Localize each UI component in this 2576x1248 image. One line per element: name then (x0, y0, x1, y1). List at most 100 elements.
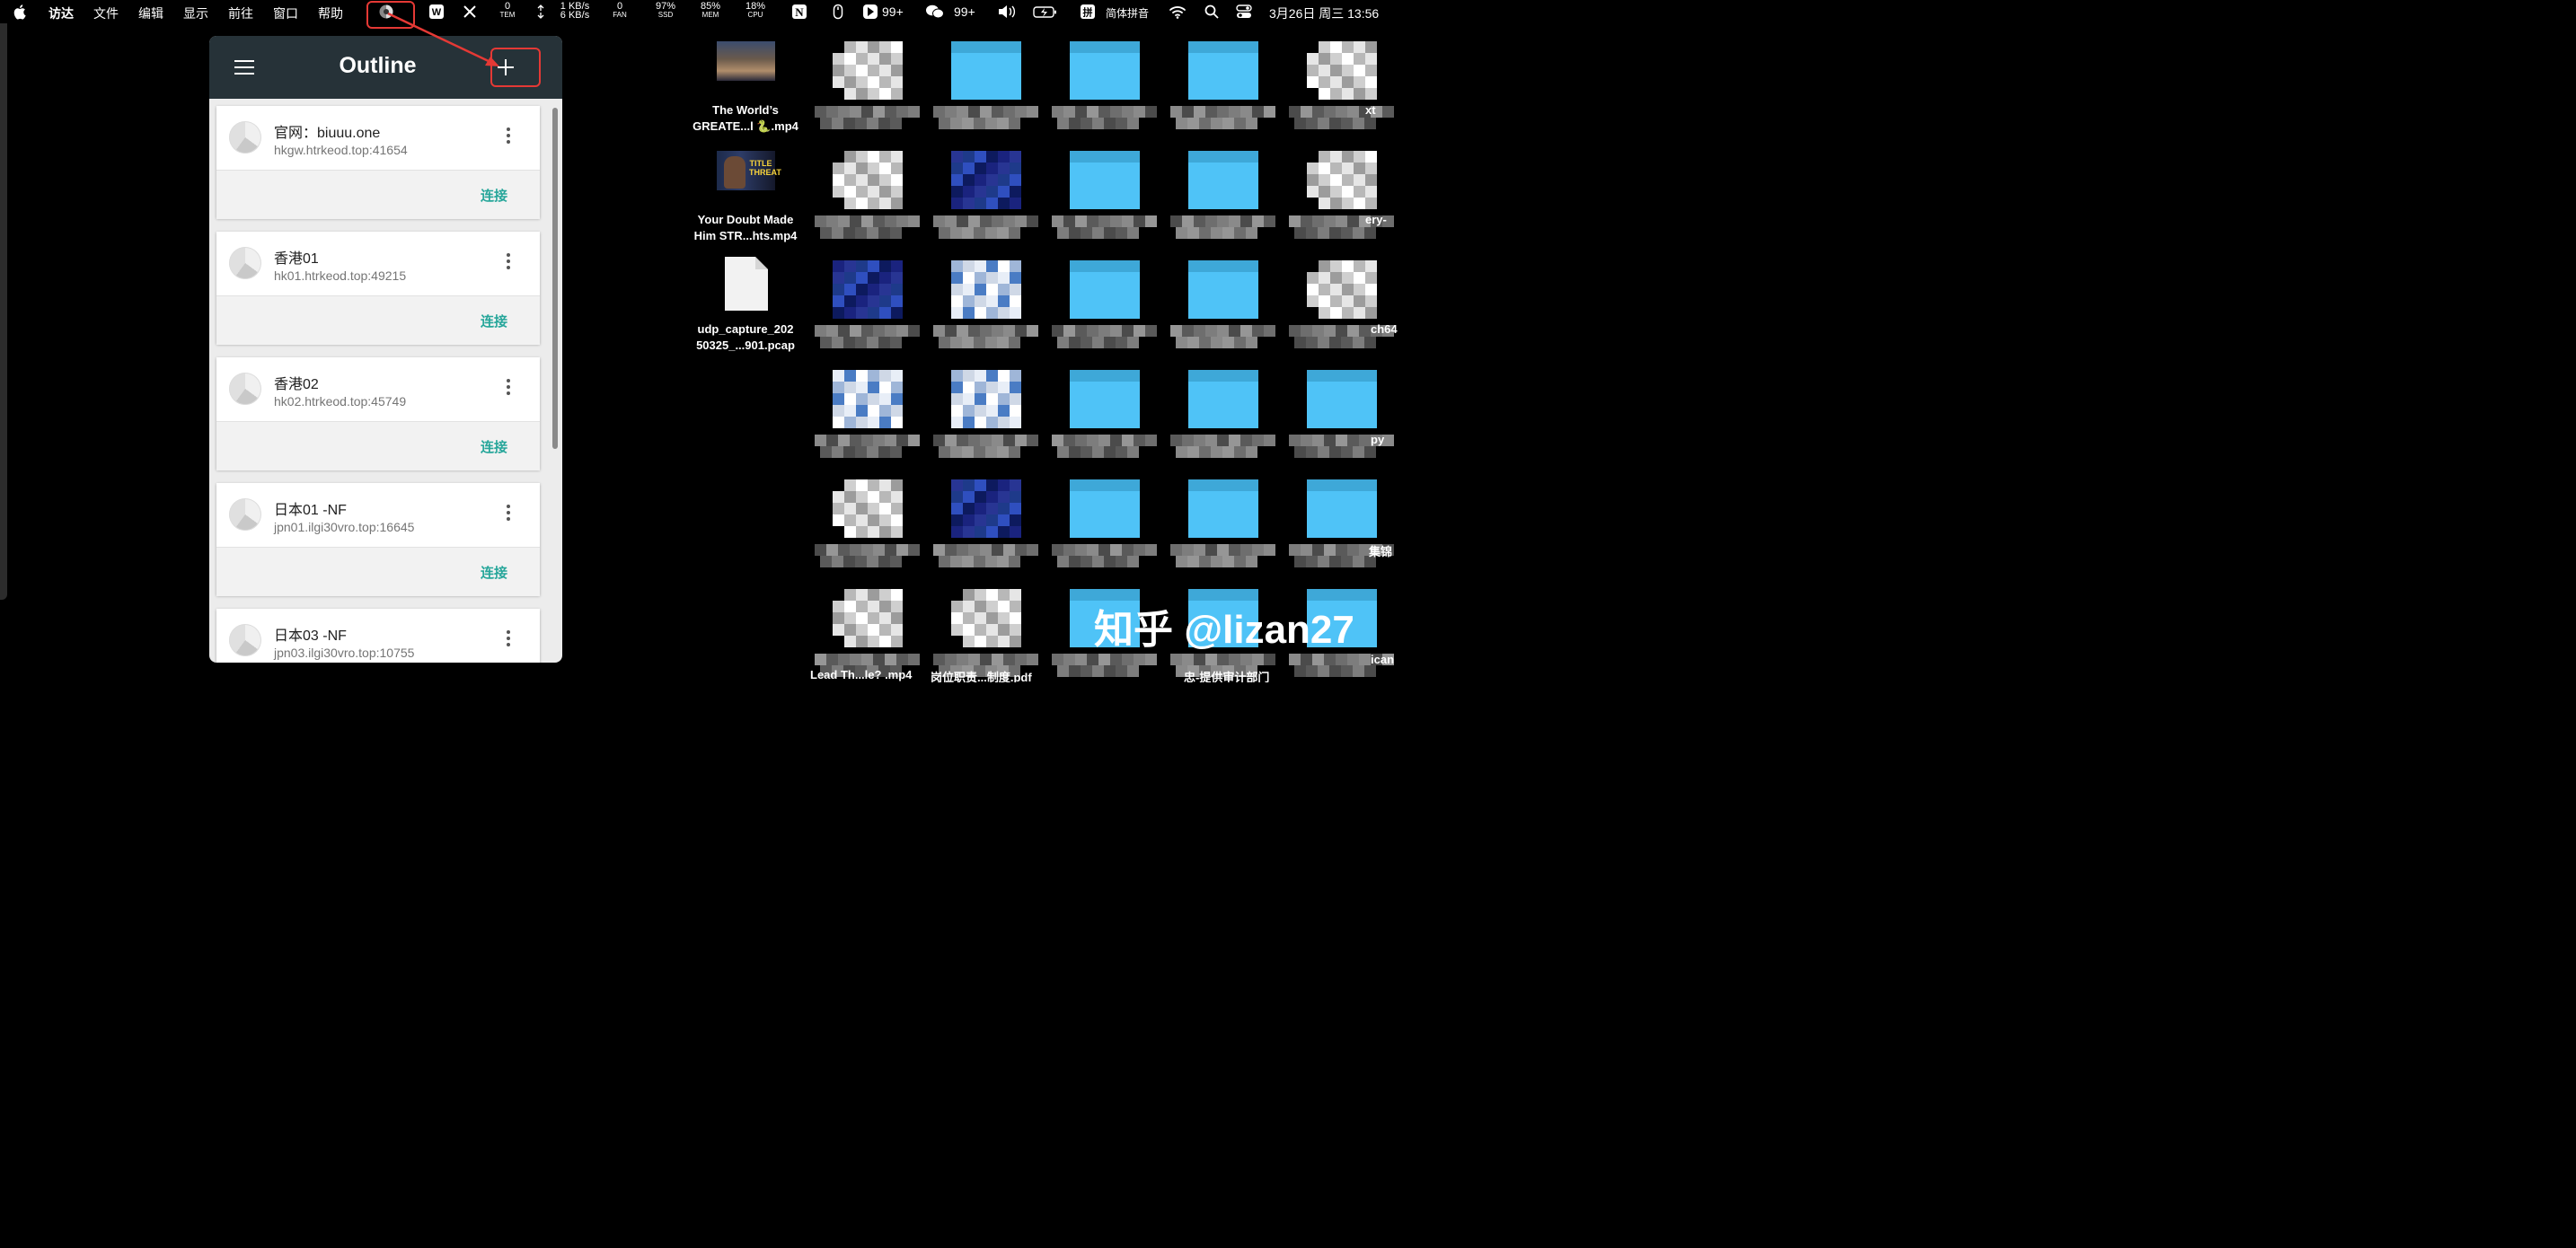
server-card[interactable]: 香港01 hk01.htrkeod.top:49215 连接 (216, 232, 540, 345)
server-status-icon (229, 498, 261, 531)
desktop-file-2-label[interactable]: Your Doubt Made Him STR...hts.mp4 (687, 212, 804, 244)
svg-text:W: W (432, 7, 442, 18)
pinyin-icon[interactable]: 拼 (1080, 4, 1096, 20)
menu-go[interactable]: 前往 (228, 4, 253, 22)
video-thumbnail-2[interactable]: TITLE THREAT (717, 151, 781, 190)
file-2-line1: Your Doubt Made (697, 213, 794, 226)
thumbnail-2-caption: TITLE THREAT (749, 159, 781, 177)
menu-file[interactable]: 文件 (93, 4, 119, 22)
app-badge-icon[interactable] (862, 4, 878, 20)
menu-finder[interactable]: 访达 (49, 4, 74, 22)
connect-button[interactable]: 连接 (481, 312, 507, 330)
server-card-top: 香港02 hk02.htrkeod.top:45749 (216, 357, 540, 421)
stat-ssd-value: 97% (655, 1, 676, 12)
stat-mem-label: MEM (701, 11, 719, 19)
screen: 访达 文件 编辑 显示 前往 窗口 帮助 W 0 TEM 1 KB/s 6 KB/s… (0, 0, 1408, 682)
server-card-top: 日本03 -NF jpn03.ilgi30vro.top:10755 (216, 609, 540, 663)
server-card[interactable]: 香港02 hk02.htrkeod.top:45749 连接 (216, 357, 540, 470)
file-3-line2: 50325_...901.pcap (696, 338, 795, 352)
edge-label-5: 集锦 (1369, 545, 1393, 558)
more-options-icon[interactable] (502, 127, 515, 149)
more-options-icon[interactable] (502, 505, 515, 526)
server-card[interactable]: 日本01 -NF jpn01.ilgi30vro.top:16645 连接 (216, 483, 540, 596)
menu-edit[interactable]: 编辑 (138, 4, 163, 22)
server-card-top: 香港01 hk01.htrkeod.top:49215 (216, 232, 540, 295)
edge-label-6: ican (1371, 653, 1395, 666)
network-arrows-icon (537, 4, 544, 19)
server-host: jpn03.ilgi30vro.top:10755 (274, 646, 415, 660)
server-card-actions: 连接 (216, 547, 540, 596)
svg-text:拼: 拼 (1083, 6, 1093, 19)
stat-tem[interactable]: 0 TEM (490, 2, 525, 20)
stat-network[interactable]: 1 KB/s 6 KB/s (555, 2, 595, 21)
server-status-icon (229, 624, 261, 656)
stat-ssd[interactable]: 97% SSD (648, 2, 684, 20)
window-edge (0, 23, 7, 600)
server-card[interactable]: 日本03 -NF jpn03.ilgi30vro.top:10755 连接 (216, 609, 540, 663)
server-name: 香港01 (274, 251, 319, 267)
server-name: 日本03 -NF (274, 628, 347, 644)
stat-ssd-label: SSD (657, 11, 674, 19)
server-card-actions: 连接 (216, 170, 540, 219)
bottom-label-3: 忠-提供审计部门 (1184, 671, 1270, 682)
file-3-line1: udp_capture_202 (697, 322, 794, 336)
more-options-icon[interactable] (502, 379, 515, 400)
document-file-icon[interactable] (723, 255, 770, 312)
stat-tem-value: 0 (504, 1, 511, 12)
wifi-icon[interactable] (1169, 4, 1187, 20)
app-badge-count: 99+ (882, 4, 904, 19)
wps-icon[interactable]: W (428, 4, 445, 20)
stat-mem-value: 85% (700, 1, 721, 12)
connect-button[interactable]: 连接 (481, 437, 507, 456)
server-host: jpn01.ilgi30vro.top:16645 (274, 520, 415, 534)
battery-icon[interactable] (1033, 4, 1058, 20)
notion-icon[interactable]: N (791, 4, 807, 20)
svg-text:N: N (795, 5, 804, 19)
desktop-file-1-label[interactable]: The World’s GREATE...l 🐍.mp4 (687, 102, 804, 135)
mouse-icon[interactable] (830, 4, 846, 20)
scrollbar[interactable] (552, 108, 558, 449)
outline-panel: Outline 官网：biuuu.one hkgw.htrkeod.top:41… (209, 36, 562, 663)
connect-button[interactable]: 连接 (481, 186, 507, 205)
server-status-icon (229, 373, 261, 405)
bottom-label-2: 岗位职责...制度.pdf (931, 671, 1032, 682)
stat-cpu-label: CPU (747, 11, 763, 19)
input-method-label[interactable]: 简体拼音 (1106, 5, 1149, 21)
volume-icon[interactable] (997, 4, 1017, 20)
search-icon[interactable] (1204, 4, 1220, 20)
server-card-actions: 连接 (216, 421, 540, 470)
pixelated-desktop-icons (815, 41, 1394, 677)
menu-view[interactable]: 显示 (183, 4, 208, 22)
control-center-icon[interactable] (1236, 4, 1252, 20)
edge-label-1: xt (1365, 103, 1376, 117)
edge-label-3: ch64 (1371, 322, 1398, 336)
video-thumbnail-1[interactable] (717, 41, 775, 81)
connect-button[interactable]: 连接 (481, 563, 507, 582)
server-card-top: 日本01 -NF jpn01.ilgi30vro.top:16645 (216, 483, 540, 547)
apple-logo-icon[interactable] (13, 4, 29, 20)
zhihu-watermark: 知乎 @lizan27 (1094, 608, 1354, 652)
x-icon[interactable] (462, 4, 478, 20)
stat-mem[interactable]: 85% MEM (693, 2, 728, 20)
server-name: 官网：biuuu.one (274, 126, 381, 141)
menu-window[interactable]: 窗口 (273, 4, 298, 22)
stat-tem-label: TEM (499, 11, 516, 19)
wechat-icon[interactable] (925, 4, 945, 20)
stat-cpu[interactable]: 18% CPU (737, 2, 773, 20)
menu-bar: 访达 文件 编辑 显示 前往 窗口 帮助 W 0 TEM 1 KB/s 6 KB/s… (0, 0, 1408, 23)
server-card-top: 官网：biuuu.one hkgw.htrkeod.top:41654 (216, 106, 540, 170)
server-status-icon (229, 121, 261, 154)
file-1-line2: GREATE...l 🐍.mp4 (693, 119, 798, 133)
more-options-icon[interactable] (502, 630, 515, 652)
server-host: hk01.htrkeod.top:49215 (274, 268, 407, 283)
desktop-file-3-label[interactable]: udp_capture_202 50325_...901.pcap (687, 321, 804, 354)
stat-fan[interactable]: 0 FAN (602, 2, 638, 20)
server-name: 日本01 -NF (274, 503, 347, 518)
more-options-icon[interactable] (502, 253, 515, 275)
stat-cpu-value: 18% (745, 1, 766, 12)
menu-help[interactable]: 帮助 (318, 4, 343, 22)
clock[interactable]: 3月26日 周三 13:56 (1269, 4, 1379, 22)
stat-download-value: 6 KB/s (560, 10, 590, 21)
server-card[interactable]: 官网：biuuu.one hkgw.htrkeod.top:41654 连接 (216, 106, 540, 219)
wechat-badge-count: 99+ (954, 4, 975, 19)
